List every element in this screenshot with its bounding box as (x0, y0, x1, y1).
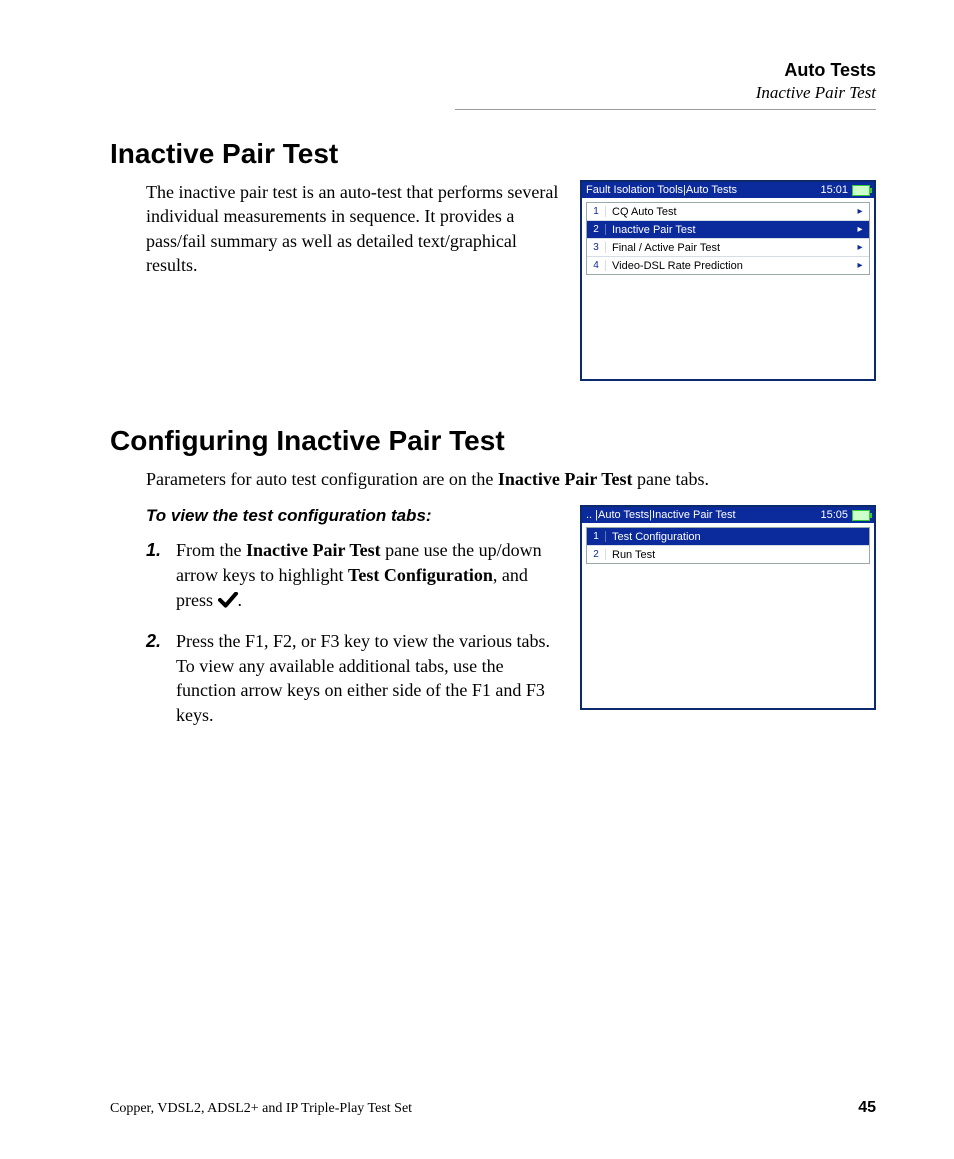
chevron-right-icon: ▸ (854, 242, 869, 253)
screen1-title: Fault Isolation Tools|Auto Tests (586, 184, 820, 196)
menu-item-label: Inactive Pair Test (606, 224, 854, 236)
menu-item-number: 3 (587, 242, 606, 253)
text: . (238, 590, 243, 610)
bold-text: Inactive Pair Test (498, 469, 633, 489)
header-section: Inactive Pair Test (110, 83, 876, 103)
page-footer: Copper, VDSL2, ADSL2+ and IP Triple-Play… (110, 1099, 876, 1117)
heading-configuring-inactive-pair-test: Configuring Inactive Pair Test (110, 425, 876, 457)
menu-item-final-active-pair-test[interactable]: 3 Final / Active Pair Test ▸ (587, 239, 869, 257)
menu-item-label: Video-DSL Rate Prediction (606, 260, 854, 272)
screen1-body: 1 CQ Auto Test ▸ 2 Inactive Pair Test ▸ … (582, 198, 874, 379)
battery-icon (852, 185, 870, 196)
step-2: Press the F1, F2, or F3 key to view the … (146, 629, 876, 728)
section-2-body: .. |Auto Tests|Inactive Pair Test 15:05 … (110, 505, 876, 742)
heading-inactive-pair-test: Inactive Pair Test (110, 138, 876, 170)
figure-auto-tests-menu: Fault Isolation Tools|Auto Tests 15:01 1… (580, 180, 876, 381)
paragraph: Parameters for auto test configuration a… (146, 467, 876, 491)
screen2-time: 15:05 (820, 509, 848, 521)
bold-text: Test Configuration (348, 565, 493, 585)
chevron-right-icon: ▸ (854, 260, 869, 271)
step-1: From the Inactive Pair Test pane use the… (146, 538, 876, 614)
menu-item-video-dsl-rate-prediction[interactable]: 4 Video-DSL Rate Prediction ▸ (587, 257, 869, 274)
menu-item-label: Final / Active Pair Test (606, 242, 854, 254)
page: Auto Tests Inactive Pair Test Inactive P… (0, 0, 954, 1159)
screen2-title: .. |Auto Tests|Inactive Pair Test (586, 509, 820, 521)
battery-icon (852, 510, 870, 521)
text: From the (176, 540, 246, 560)
chevron-right-icon: ▸ (854, 206, 869, 217)
menu-item-inactive-pair-test[interactable]: 2 Inactive Pair Test ▸ (587, 221, 869, 239)
screen1-titlebar: Fault Isolation Tools|Auto Tests 15:01 (582, 182, 874, 198)
bold-text: Inactive Pair Test (246, 540, 381, 560)
step-list: From the Inactive Pair Test pane use the… (146, 538, 876, 728)
header-rule (455, 109, 876, 110)
section-2-intro: Parameters for auto test configuration a… (146, 467, 876, 491)
menu-item-number: 4 (587, 260, 606, 271)
screen1-blank-area (586, 275, 870, 375)
text: pane tabs. (633, 469, 709, 489)
footer-product-name: Copper, VDSL2, ADSL2+ and IP Triple-Play… (110, 1101, 858, 1117)
screen1-menu: 1 CQ Auto Test ▸ 2 Inactive Pair Test ▸ … (586, 202, 870, 275)
footer-page-number: 45 (858, 1099, 876, 1117)
menu-item-label: CQ Auto Test (606, 206, 854, 218)
header-chapter: Auto Tests (110, 60, 876, 81)
text: Parameters for auto test configuration a… (146, 469, 498, 489)
section-1-body: Fault Isolation Tools|Auto Tests 15:01 1… (110, 180, 876, 387)
menu-item-number: 2 (587, 224, 606, 235)
device-screen-1: Fault Isolation Tools|Auto Tests 15:01 1… (580, 180, 876, 381)
screen2-titlebar: .. |Auto Tests|Inactive Pair Test 15:05 (582, 507, 874, 523)
check-icon (218, 590, 238, 615)
menu-item-cq-auto-test[interactable]: 1 CQ Auto Test ▸ (587, 203, 869, 221)
screen1-time: 15:01 (820, 184, 848, 196)
menu-item-number: 1 (587, 206, 606, 217)
running-header: Auto Tests Inactive Pair Test (110, 60, 876, 103)
chevron-right-icon: ▸ (854, 224, 869, 235)
